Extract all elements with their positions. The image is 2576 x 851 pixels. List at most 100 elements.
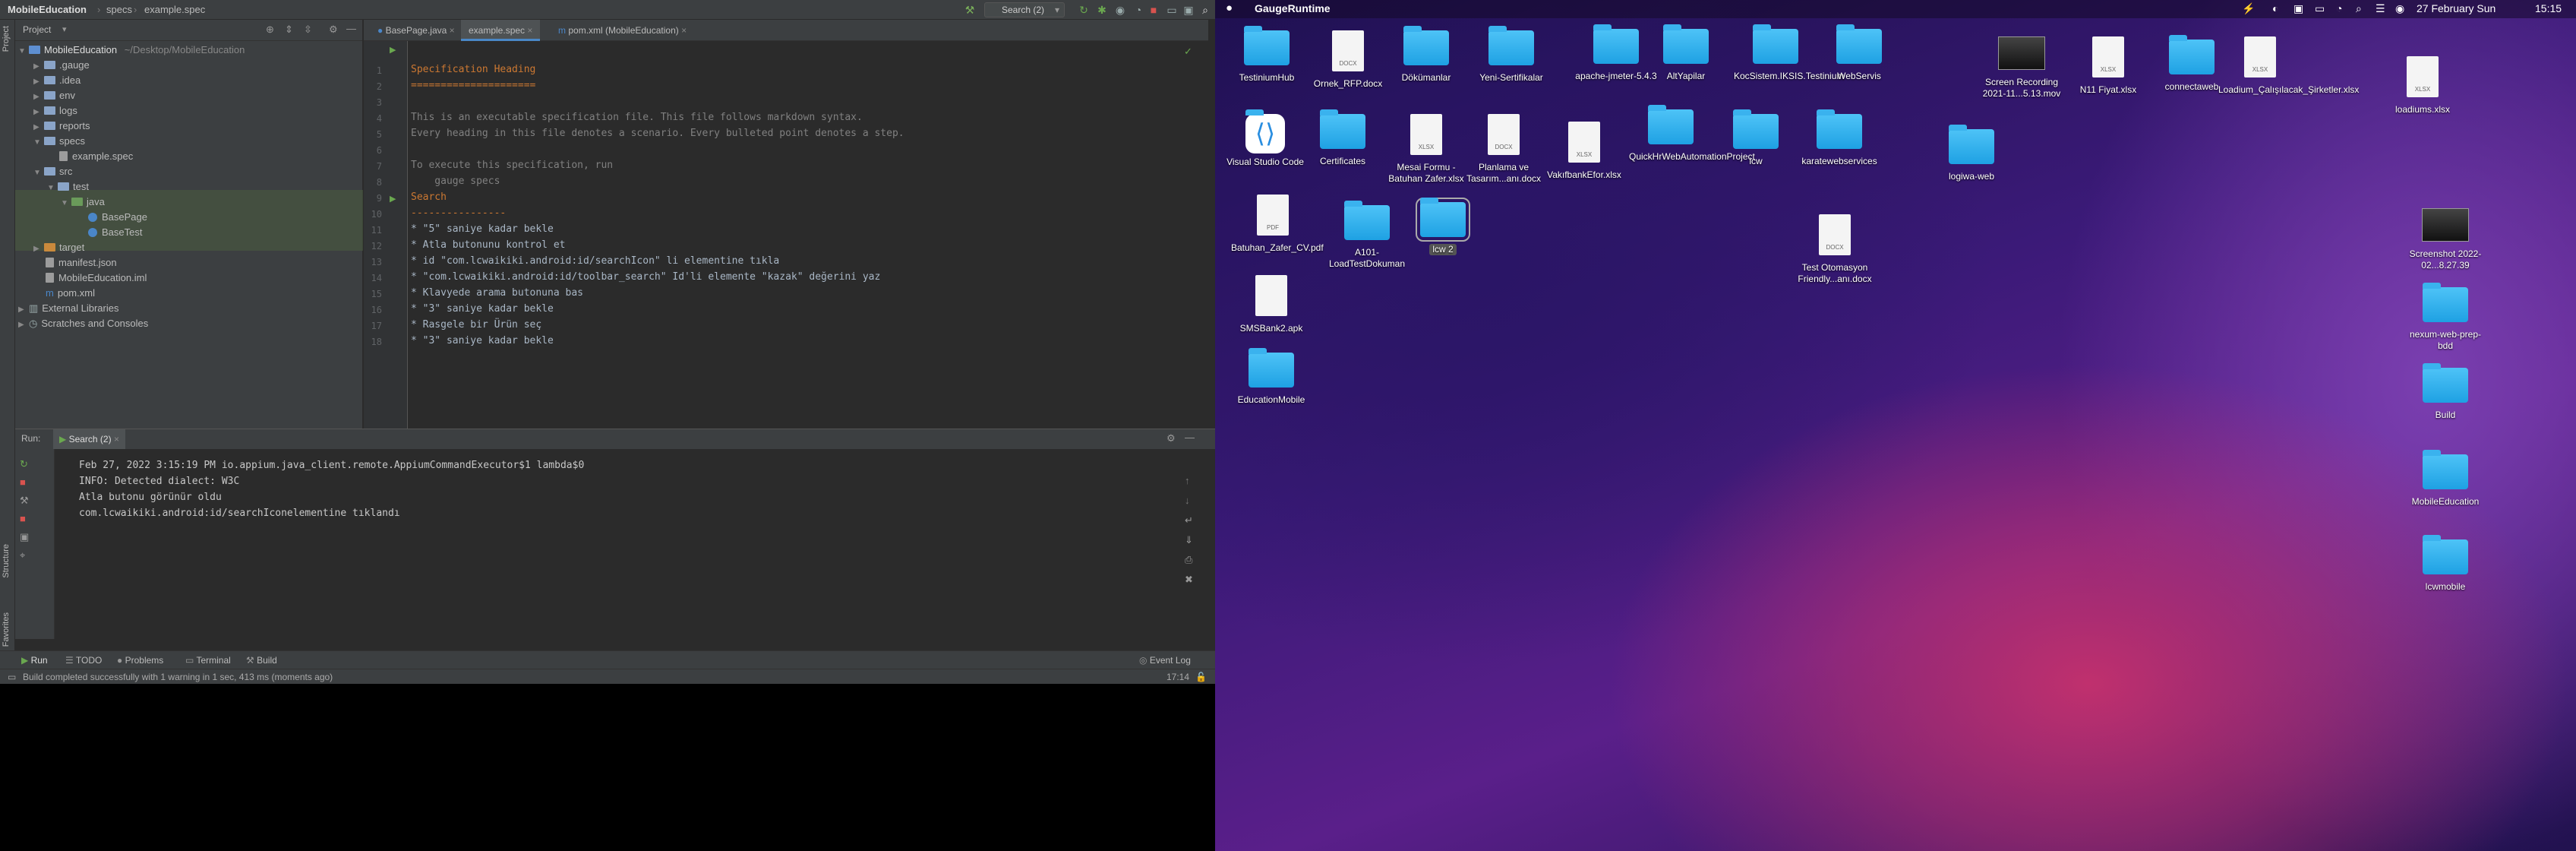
expand-all-icon[interactable]: ⇕ — [285, 24, 293, 36]
tree-item-logs[interactable]: ▶ logs — [33, 103, 77, 119]
tree-item-basepage[interactable]: BasePage — [88, 210, 147, 225]
run-spec-icon[interactable]: ▶ — [390, 45, 396, 55]
desktop-icon-n11-fiyat-xlsx[interactable]: XLSX N11 Fiyat.xlsx — [2066, 36, 2150, 96]
run-configuration-selector[interactable]: Search (2) ▾ — [984, 2, 1065, 17]
chevron-right-icon[interactable]: ▶ — [33, 90, 44, 105]
siri-icon[interactable]: ◉ — [2395, 2, 2404, 15]
code-line[interactable]: ===================== — [411, 80, 535, 91]
code-line[interactable]: * Klavyede arama butonuna bas — [411, 287, 583, 299]
status-menu-icon[interactable]: ◐ — [2272, 2, 2278, 14]
soft-wrap-icon[interactable]: ↵ — [1185, 514, 1193, 527]
desktop-icon-loadiums-xlsx[interactable]: XLSX loadiums.xlsx — [2381, 56, 2464, 115]
wifi-icon[interactable]: ◔ — [2336, 2, 2342, 14]
tree-item-external-libraries[interactable]: ▶ ▥ External Libraries — [18, 301, 118, 316]
menubar-date[interactable]: 27 February Sun — [2417, 2, 2496, 14]
breadcrumb-specs[interactable]: specs — [106, 4, 132, 15]
desktop-icon-ornek-rfp-docx[interactable]: DOCX Ornek_RFP.docx — [1306, 30, 1390, 90]
desktop-icon-lcwmobile[interactable]: lcwmobile — [2404, 535, 2487, 593]
tool-tab-structure[interactable]: Structure — [2, 544, 11, 578]
desktop-icon-karatewebservices[interactable]: karatewebservices — [1798, 109, 1881, 167]
status-menu-icon[interactable]: ▣ — [2293, 2, 2303, 15]
desktop-icon-mesai-formu-batuhan-zafer-xlsx[interactable]: XLSX Mesai Formu - Batuhan Zafer.xlsx — [1384, 114, 1468, 185]
menubar-time[interactable]: 15:15 — [2535, 2, 2562, 14]
code-line[interactable]: ---------------- — [411, 207, 506, 219]
chevron-right-icon[interactable]: ▶ — [33, 59, 44, 74]
desktop-icon-build[interactable]: Build — [2404, 363, 2487, 421]
code-line[interactable]: * id "com.lcwaikiki.android:id/searchIco… — [411, 255, 779, 267]
desktop-icon-mobileeducation[interactable]: MobileEducation — [2404, 450, 2487, 508]
desktop-icon-screenshot-2022-02-8-27-39[interactable]: Screenshot 2022-02...8.27.39 — [2404, 208, 2487, 271]
desktop-icon-lcw[interactable]: lcw — [1714, 109, 1798, 167]
code-line[interactable]: Search — [411, 191, 447, 203]
lock-icon[interactable]: 🔓 — [1195, 669, 1207, 684]
desktop-icon-certificates[interactable]: Certificates — [1301, 109, 1384, 167]
battery-icon[interactable]: ▭ — [2315, 2, 2325, 15]
code-line[interactable]: * "3" saniye kadar bekle — [411, 335, 554, 346]
close-icon[interactable]: × — [681, 25, 687, 36]
tool-tab-problems[interactable]: ● Problems — [117, 651, 163, 669]
tree-item-java[interactable]: ▼ java — [61, 195, 105, 210]
tab-pom-xml[interactable]: m pom.xml (MobileEducation) × — [551, 20, 694, 41]
coverage-icon[interactable]: ◉ — [1113, 3, 1127, 17]
tree-item-iml[interactable]: MobileEducation.iml — [46, 270, 147, 286]
search-icon[interactable]: ⌕ — [2356, 2, 2362, 15]
chevron-right-icon[interactable]: ▶ — [33, 74, 44, 90]
trash-icon[interactable]: ✖ — [1185, 574, 1193, 586]
desktop-icon-yeni-sertifikalar[interactable]: Yeni-Sertifikalar — [1470, 26, 1553, 84]
gear-icon[interactable]: ⚙ — [1166, 432, 1176, 444]
tool-tab-project[interactable]: Project — [2, 26, 11, 52]
desktop-icon-altyapilar[interactable]: AltYapilar — [1644, 24, 1728, 82]
profile-icon[interactable]: ◔ — [1132, 3, 1145, 17]
open-folder-icon[interactable]: ▭ — [1165, 3, 1179, 17]
code-editor[interactable]: ● BasePage.java × example.spec × m pom.x… — [364, 20, 1208, 429]
stop-icon[interactable]: ■ — [20, 513, 26, 524]
code-line[interactable]: This is an executable specification file… — [411, 112, 863, 123]
close-icon[interactable]: × — [450, 25, 455, 36]
chevron-right-icon[interactable]: ▶ — [33, 242, 44, 257]
desktop-icon-educationmobile[interactable]: EducationMobile — [1230, 348, 1313, 406]
run-scenario-icon[interactable]: ▶ — [390, 194, 396, 204]
code-line[interactable]: Every heading in this file denotes a sce… — [411, 128, 904, 139]
desktop-icon-smsbank2-apk[interactable]: SMSBank2.apk — [1230, 275, 1313, 334]
scroll-to-end-icon[interactable]: ⇓ — [1185, 534, 1193, 546]
chevron-right-icon[interactable]: ▶ — [33, 105, 44, 120]
desktop-icon-vak-fbankefor-xlsx[interactable]: XLSX VakıfbankEfor.xlsx — [1542, 122, 1626, 181]
close-icon[interactable]: × — [527, 25, 532, 36]
control-center-icon[interactable]: ☰ — [2376, 2, 2385, 15]
arrow-down-icon[interactable]: ↓ — [1185, 495, 1190, 506]
tree-item-idea[interactable]: ▶ .idea — [33, 73, 80, 88]
chevron-down-icon[interactable]: ▼ — [47, 181, 58, 196]
desktop-icon-quickhrwebautomationproject[interactable]: QuickHrWebAutomationProject — [1629, 105, 1755, 163]
status-layout-icon[interactable]: ▭ — [8, 669, 16, 684]
desktop-icon-loadium-al-lacak-irketler-xlsx[interactable]: XLSX Loadium_Çalışılacak_Şirketler.xlsx — [2218, 36, 2359, 96]
project-panel-title[interactable]: Project — [23, 24, 51, 35]
code-line[interactable]: * "5" saniye kadar bekle — [411, 223, 554, 235]
tool-tab-run[interactable]: ▶ Run — [21, 651, 48, 669]
desktop-icon-batuhan-zafer-cv-pdf[interactable]: PDF Batuhan_Zafer_CV.pdf — [1231, 195, 1324, 254]
pin-icon[interactable]: ⌖ — [20, 549, 25, 562]
event-log-button[interactable]: ◎ Event Log — [1139, 651, 1191, 669]
tree-item-root[interactable]: ▼ MobileEducation ~/Desktop/MobileEducati… — [18, 43, 245, 58]
search-everywhere-icon[interactable]: ⌕ — [1198, 3, 1212, 17]
tree-item-src[interactable]: ▼ src — [33, 164, 72, 179]
status-message[interactable]: Build completed successfully with 1 warn… — [23, 669, 333, 684]
tool-tab-favorites[interactable]: Favorites — [2, 612, 11, 647]
breadcrumb-file[interactable]: example.spec — [144, 4, 205, 15]
desktop-icon-a101-loadtestdokuman[interactable]: A101-LoadTestDokuman — [1325, 201, 1409, 270]
minimize-icon[interactable]: — — [346, 23, 356, 34]
tree-item-basetest[interactable]: BaseTest — [88, 225, 142, 240]
print-icon[interactable]: ⎙ — [1185, 554, 1192, 566]
tool-tab-todo[interactable]: ☰ TODO — [65, 651, 102, 669]
gear-icon[interactable]: ⚙ — [329, 24, 338, 36]
tree-item-manifest[interactable]: manifest.json — [46, 255, 117, 270]
chevron-right-icon[interactable]: ▶ — [18, 302, 29, 318]
code-line[interactable]: * "com.lcwaikiki.android:id/toolbar_sear… — [411, 271, 880, 283]
camera-icon[interactable]: ▣ — [20, 531, 29, 543]
desktop-icon-d-k-manlar[interactable]: Dökümanlar — [1384, 26, 1468, 84]
tool-tab-build[interactable]: ⚒ Build — [246, 651, 277, 669]
chevron-down-icon[interactable]: ▼ — [33, 166, 44, 181]
tree-item-scratches[interactable]: ▶ ◷ Scratches and Consoles — [18, 316, 148, 331]
chevron-right-icon[interactable]: ▶ — [18, 318, 29, 333]
code-line[interactable]: To execute this specification, run — [411, 160, 613, 171]
tree-item-env[interactable]: ▶ env — [33, 88, 75, 103]
